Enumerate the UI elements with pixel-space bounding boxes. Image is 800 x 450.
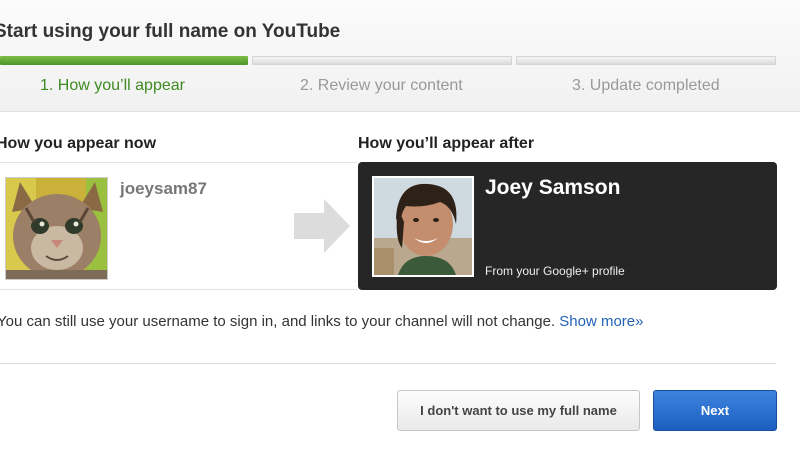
person-photo-icon (374, 178, 472, 275)
current-appearance-heading: How you appear now (0, 135, 157, 152)
current-username: joeysam87 (120, 179, 207, 198)
show-more-link[interactable]: Show more» (559, 313, 643, 330)
cat-photo-icon (6, 178, 107, 279)
page-title: Start using your full name on YouTube (0, 21, 341, 42)
step-1-label: 1. How you’ll appear (40, 77, 185, 94)
info-note: You can still use your username to sign … (0, 313, 644, 330)
next-button[interactable]: Next (653, 390, 777, 431)
progress-bar (0, 56, 776, 65)
current-avatar (5, 177, 108, 280)
after-appearance-card: Joey Samson From your Google+ profile (358, 162, 777, 290)
after-appearance-heading: How you’ll appear after (358, 135, 535, 152)
arrow-right-icon (294, 199, 350, 253)
profile-source-note: From your Google+ profile (485, 264, 625, 278)
step-2-label: 2. Review your content (300, 77, 463, 94)
decline-full-name-button[interactable]: I don't want to use my full name (397, 390, 640, 431)
progress-segment-step-2 (252, 56, 512, 65)
progress-segment-step-3 (516, 56, 776, 65)
progress-segment-step-1 (0, 56, 248, 65)
divider (0, 363, 776, 364)
full-name: Joey Samson (485, 176, 621, 199)
after-avatar (372, 176, 474, 277)
info-note-text: You can still use your username to sign … (0, 313, 556, 330)
page-header: Start using your full name on YouTube 1.… (0, 0, 800, 112)
step-3-label: 3. Update completed (572, 77, 720, 94)
